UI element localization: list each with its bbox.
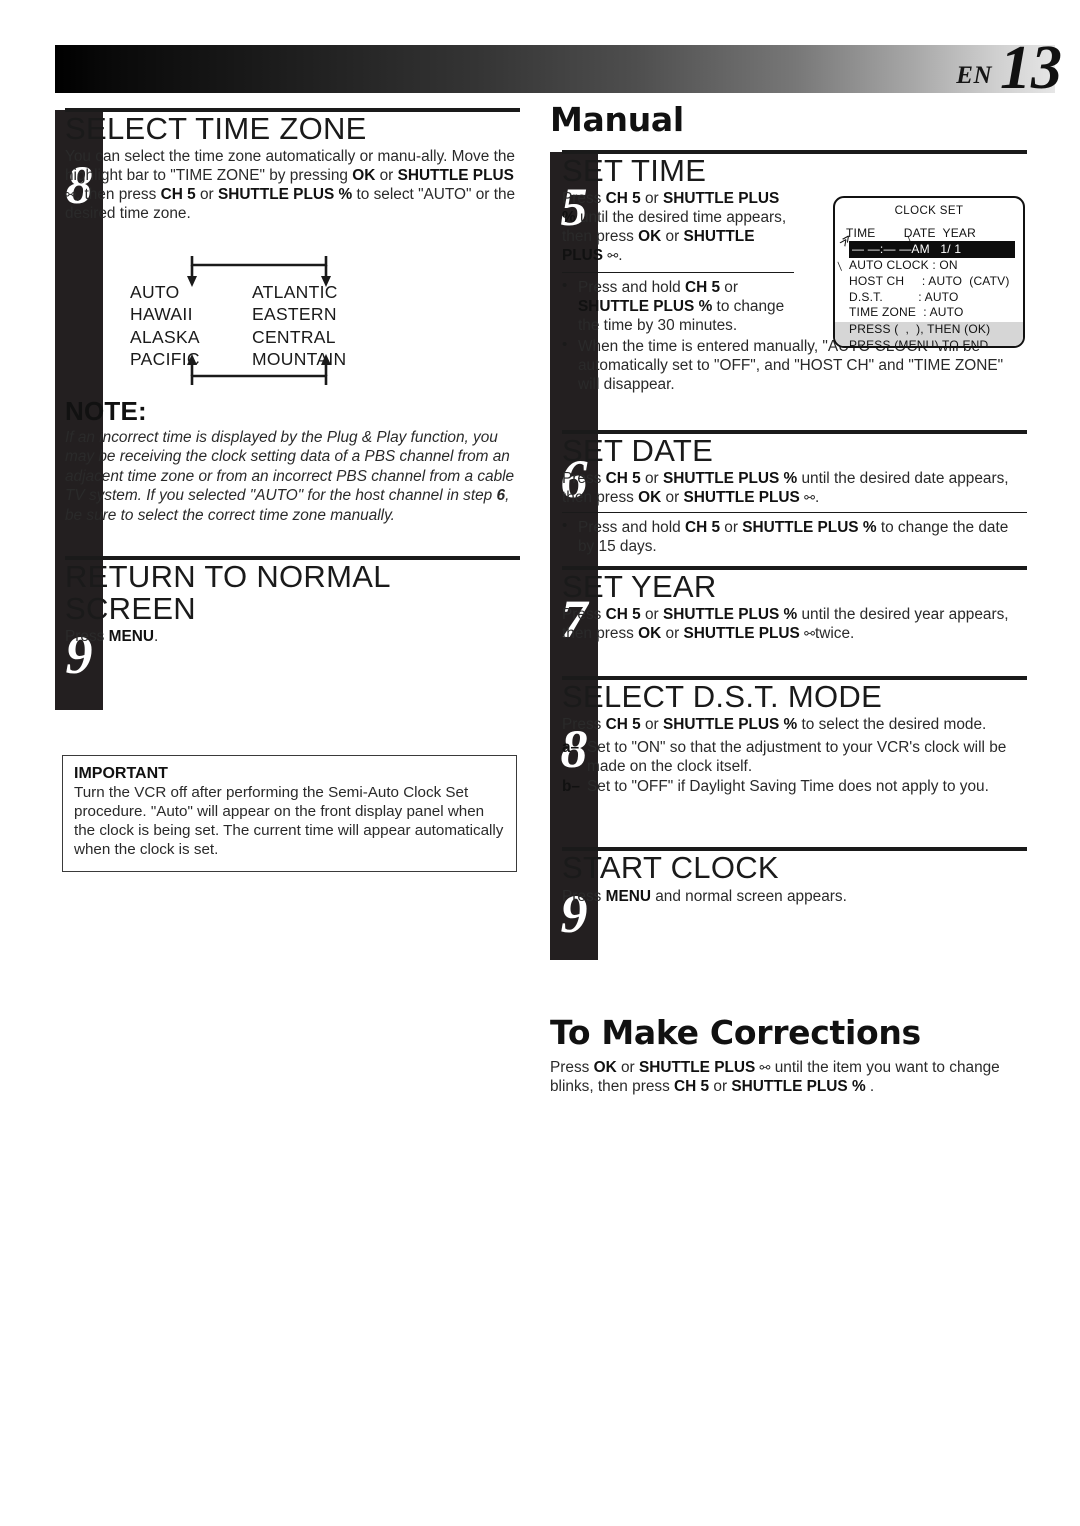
note-block: NOTE: If an incorrect time is displayed … [65, 396, 520, 525]
osd-row-auto-clock: AUTO CLOCK : ON [849, 258, 958, 272]
section-select-dst-mode: SELECT D.S.T. MODE Press CH 5 or SHUTTLE… [562, 676, 1027, 797]
bullet-list: Press and hold CH 5 or SHUTTLE PLUS % to… [562, 517, 1027, 556]
timezone-option: AUTO [130, 282, 180, 302]
osd-footer-row-2: PRESS (MENU) TO END [849, 337, 989, 348]
osd-footer-row-1: PRESS ( , ), THEN (OK) [849, 322, 991, 337]
page-number: 13 [1000, 34, 1062, 102]
osd-header-row: TIME DATE YEAR [846, 226, 976, 240]
timezone-option: PACIFIC [130, 349, 200, 370]
list-item-b: b– Set to "OFF" if Daylight Saving Time … [562, 777, 1027, 796]
list-item: Press and hold CH 5 or SHUTTLE PLUS % to… [562, 517, 1027, 556]
bullet-list-a: Press and hold CH 5 or SHUTTLE PLUS % to… [562, 277, 794, 335]
timezone-column-a: AUTO HAWAII ALASKA PACIFIC [130, 281, 252, 371]
section-set-year: SET YEAR Press CH 5 or SHUTTLE PLUS % un… [562, 566, 1027, 643]
osd-highlight-row: — —:— —AM 1/ 1 [849, 241, 1015, 258]
section-title: SET TIME [562, 153, 707, 188]
page-header: EN 13 [0, 34, 1080, 102]
corrections-heading: To Make Corrections [550, 1013, 921, 1052]
manual-page: EN 13 8 9 SELECT TIME ZONE You can selec… [0, 0, 1080, 1526]
osd-clock-set-panel: CLOCK SET ≫ ⁄ TIME DATE YEAR — —:— —AM 1… [833, 196, 1025, 348]
section-body: Press CH 5 or SHUTTLE PLUS % to select t… [562, 715, 987, 733]
timezone-option: ALASKA [130, 326, 200, 347]
item-text: Set to "OFF" if Daylight Saving Time doe… [587, 777, 989, 795]
osd-row-host-ch: HOST CH : AUTO (CATV) [849, 273, 1010, 288]
language-code: EN [956, 62, 992, 89]
note-title: NOTE: [65, 396, 147, 426]
section-body: Press CH 5 or SHUTTLE PLUS % until the d… [562, 469, 1009, 506]
section-body: Press CH 5 or SHUTTLE PLUS % until the d… [562, 189, 787, 264]
section-select-time-zone: SELECT TIME ZONE You can select the time… [65, 108, 520, 223]
section-return-to-normal-screen: RETURN TO NORMAL SCREEN Press MENU. [65, 556, 520, 646]
item-marker: a– [562, 738, 580, 756]
section-title: SELECT D.S.T. MODE [562, 679, 883, 714]
osd-row-time-zone: TIME ZONE : AUTO [849, 305, 964, 320]
option-list: a– Set to "ON" so that the adjustment to… [562, 738, 1027, 796]
osd-footer: PRESS ( , ), THEN (OK) PRESS (MENU) TO E… [835, 322, 1023, 348]
header-gradient-bar [55, 45, 1055, 93]
divider [562, 272, 794, 273]
section-title: SELECT TIME ZONE [65, 111, 367, 146]
corrections-body: Press OK or SHUTTLE PLUS ⚯ until the ite… [550, 1059, 1000, 1096]
item-marker: b– [562, 777, 580, 795]
section-body: Press MENU. [65, 628, 159, 646]
section-start-clock: START CLOCK Press MENU and normal screen… [562, 847, 1027, 906]
important-body: Turn the VCR off after performing the Se… [74, 784, 504, 858]
section-title: SET YEAR [562, 569, 717, 604]
list-item-a: a– Set to "ON" so that the adjustment to… [562, 738, 1027, 776]
list-item: Press and hold CH 5 or SHUTTLE PLUS % to… [562, 277, 794, 335]
timezone-option: EASTERN [252, 304, 337, 325]
timezone-option: MOUNTAIN [252, 349, 347, 370]
manual-heading: Manual [550, 100, 684, 139]
timezone-option: ATLANTIC [252, 282, 338, 302]
timezone-cycle-diagram: AUTO HAWAII ALASKA PACIFIC ATLANTIC EAST… [130, 253, 420, 388]
section-body: You can select the time zone automatical… [65, 147, 516, 222]
item-text: Set to "ON" so that the adjustment to yo… [587, 738, 1007, 775]
divider [562, 511, 1027, 513]
osd-title: CLOCK SET [894, 205, 964, 217]
important-title: IMPORTANT [74, 765, 168, 782]
timezone-option: CENTRAL [252, 326, 336, 347]
section-title: START CLOCK [562, 850, 779, 885]
timezone-column-b: ATLANTIC EASTERN CENTRAL MOUNTAIN [252, 281, 374, 371]
osd-row-dst: D.S.T. : AUTO [849, 289, 959, 304]
section-title: RETURN TO NORMAL SCREEN [65, 559, 390, 626]
important-box: IMPORTANT Turn the VCR off after perform… [62, 755, 517, 873]
section-body: Press MENU and normal screen appears. [562, 887, 847, 905]
section-set-date: SET DATE Press CH 5 or SHUTTLE PLUS % un… [562, 430, 1027, 558]
section-body: Press CH 5 or SHUTTLE PLUS % until the d… [562, 605, 1009, 642]
timezone-option: HAWAII [130, 304, 193, 325]
section-title: SET DATE [562, 433, 714, 468]
note-body: If an incorrect time is displayed by the… [65, 429, 515, 524]
